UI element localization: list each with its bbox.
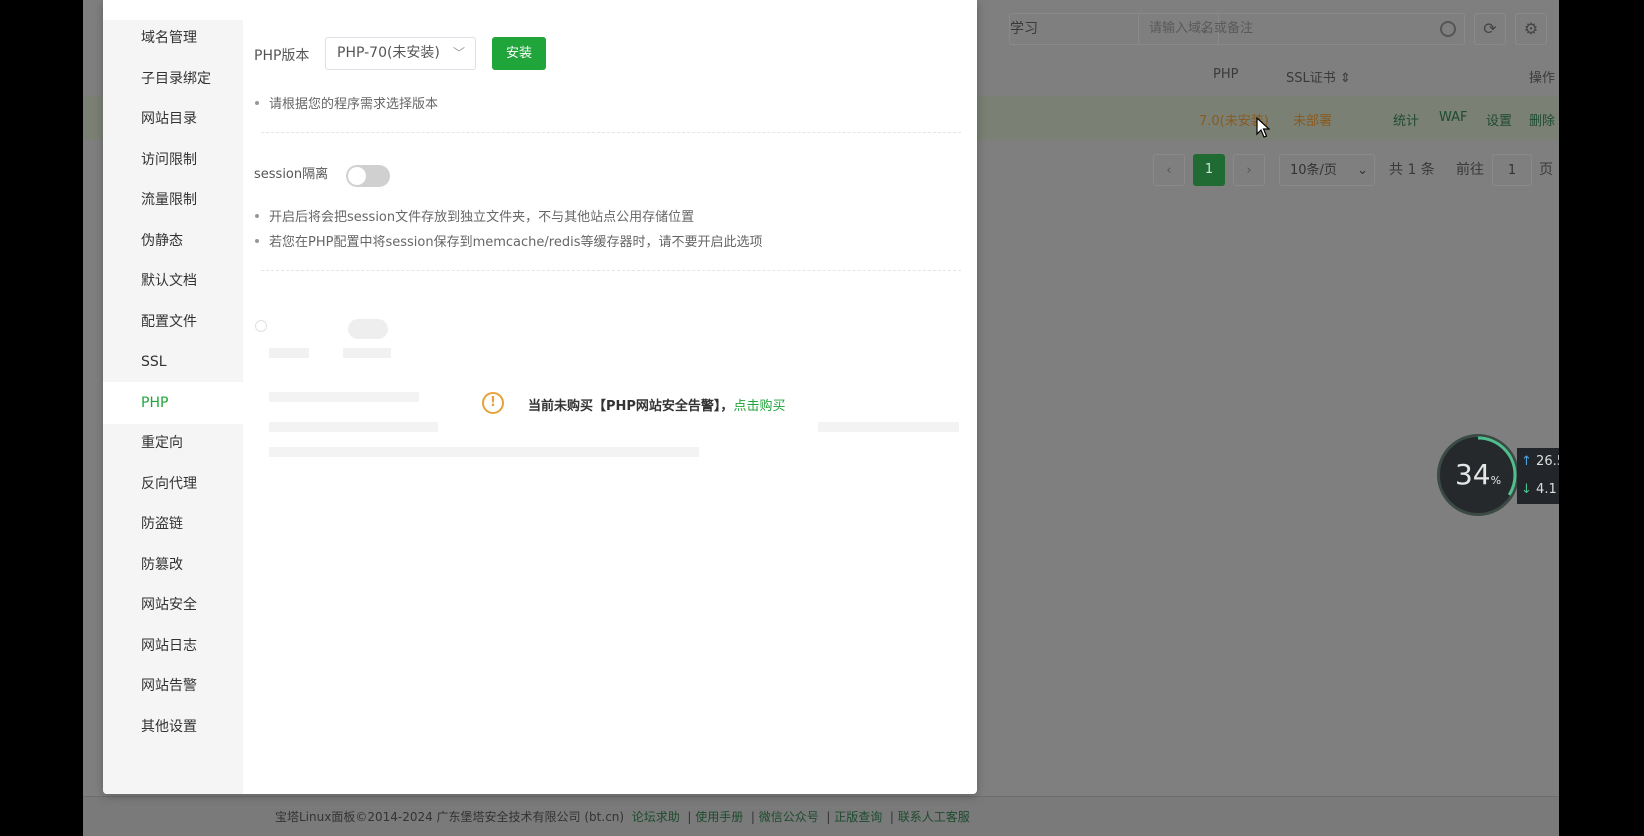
faded-tab (269, 348, 309, 358)
chevron-down-icon: ﹀ (452, 46, 465, 60)
version-tip: 请根据您的程序需求选择版本 (254, 93, 438, 112)
refresh-icon: ⟳ (1483, 19, 1497, 38)
sidebar-item[interactable]: SSL (103, 341, 243, 383)
sidebar-item[interactable]: 默认文档 (103, 260, 243, 302)
shield-icon (255, 320, 267, 332)
purchase-notice: ! 当前未购买【PHP网站安全告警】，点击购买 (438, 374, 818, 440)
stats-link[interactable]: 统计 (1393, 110, 1419, 129)
purchase-notice-text: 当前未购买【PHP网站安全告警】，点击购买 (528, 395, 785, 414)
next-page-button[interactable]: › (1233, 154, 1265, 186)
page-size-select[interactable]: 10条/页 ⌄ (1279, 154, 1375, 186)
settings-button[interactable]: ⚙ (1515, 13, 1547, 45)
download-value: 4.1 (1536, 482, 1557, 497)
php-version-label: PHP版本 (254, 48, 310, 64)
column-ssl[interactable]: SSL证书 ⇕ (1286, 67, 1351, 87)
page-size-value: 10条/页 (1290, 163, 1337, 178)
arrow-down-icon: ↓ (1521, 482, 1532, 497)
column-ops: 操作 (1529, 71, 1556, 86)
sidebar-item[interactable]: 重定向 (103, 422, 243, 464)
goto-page-input[interactable]: 1 (1492, 154, 1532, 186)
warning-icon: ! (482, 392, 504, 414)
delete-link[interactable]: 删除 (1529, 110, 1555, 129)
refresh-button[interactable]: ⟳ (1474, 13, 1506, 45)
sidebar-item[interactable]: 伪静态 (103, 220, 243, 262)
row-ssl[interactable]: 未部署 (1293, 110, 1332, 129)
gauge-value: 34% (1440, 437, 1516, 513)
sidebar-item[interactable]: 网站安全 (103, 584, 243, 626)
footer-link-support[interactable]: 联系人工客服 (898, 810, 970, 824)
php-version-value: PHP-70(未安装) (337, 45, 440, 61)
buy-link[interactable]: 点击购买 (733, 399, 785, 414)
page-unit-label: 页 (1539, 162, 1553, 178)
footer-link-wechat[interactable]: 微信公众号 (759, 810, 819, 824)
arrow-up-icon: ↑ (1521, 454, 1532, 469)
footer-link-manual[interactable]: 使用手册 (695, 810, 743, 824)
sidebar-item[interactable]: PHP (103, 381, 243, 424)
upload-value: 26.5 (1536, 454, 1559, 469)
gear-icon: ⚙ (1523, 19, 1539, 38)
sidebar-item[interactable]: 配置文件 (103, 301, 243, 343)
sidebar-item[interactable]: 子目录绑定 (103, 58, 243, 100)
session-isolation-label: session隔离 (254, 167, 329, 182)
footer: 宝塔Linux面板©2014-2024 广东堡塔安全技术有限公司 (bt.cn)… (83, 796, 1559, 836)
column-php: PHP (1213, 67, 1239, 82)
screen: 学习 ⌄ 请输入域名或备注 ⟳ ⚙ PHP SSL证书 ⇕ 操作 7.0(未安装… (83, 0, 1559, 836)
faded-tip (269, 392, 419, 402)
security-toggle (348, 319, 388, 339)
sidebar-item[interactable]: 网站目录 (103, 98, 243, 140)
sidebar-item[interactable]: 访问限制 (103, 139, 243, 181)
network-speed: ↑ 26.5 ↓ 4.1 (1517, 448, 1559, 504)
search-placeholder: 请输入域名或备注 (1149, 21, 1254, 36)
gauge-unit: % (1490, 474, 1502, 487)
search-input[interactable]: 请输入域名或备注 (1138, 13, 1465, 45)
goto-label: 前往 (1456, 162, 1484, 178)
gauge-number: 34 (1454, 458, 1491, 491)
total-count: 共 1 条 (1389, 162, 1435, 178)
upload-speed: ↑ 26.5 (1517, 448, 1559, 476)
settings-link[interactable]: 设置 (1486, 110, 1512, 129)
download-speed: ↓ 4.1 (1517, 476, 1559, 504)
sidebar-item[interactable]: 反向代理 (103, 463, 243, 505)
session-tip-1: 开启后将会把session文件存放到独立文件夹，不与其他站点公用存储位置 (254, 206, 694, 225)
faded-tip (269, 447, 699, 457)
footer-copyright: 宝塔Linux面板©2014-2024 广东堡塔安全技术有限公司 (bt.cn) (275, 810, 625, 824)
php-version-select[interactable]: PHP-70(未安装) ﹀ (325, 37, 476, 70)
site-settings-modal: 域名管理 子目录绑定 网站目录 访问限制 流量限制 伪静态 默认文档 配置文件 SSL PHP 重定… (103, 0, 977, 794)
chevron-down-icon: ⌄ (1357, 163, 1368, 178)
prev-page-button[interactable]: ‹ (1153, 154, 1185, 186)
footer-link-verify[interactable]: 正版查询 (834, 810, 882, 824)
load-gauge[interactable]: 34% (1437, 434, 1519, 516)
search-icon[interactable] (1440, 21, 1456, 37)
column-ssl-label: SSL证书 (1286, 71, 1336, 86)
sidebar-item[interactable]: 其他设置 (103, 706, 243, 748)
sidebar-item[interactable]: 防篡改 (103, 544, 243, 586)
toggle-knob (348, 167, 366, 185)
faded-tab (343, 348, 391, 358)
sidebar-item[interactable]: 网站日志 (103, 625, 243, 667)
page-1-button[interactable]: 1 (1193, 154, 1225, 186)
category-select-value: 学习 (1010, 21, 1038, 37)
php-settings-panel: PHP版本 PHP-70(未安装) ﹀ 安装 请根据您的程序需求选择版本 ses… (243, 20, 977, 794)
waf-link[interactable]: WAF (1439, 110, 1468, 125)
session-isolation-toggle[interactable] (346, 165, 390, 187)
notice-message: 当前未购买【PHP网站安全告警】， (528, 399, 734, 414)
footer-link-forum[interactable]: 论坛求助 (632, 810, 680, 824)
sidebar-item[interactable]: 防盗链 (103, 503, 243, 545)
install-button[interactable]: 安装 (492, 37, 546, 70)
settings-sidebar: 域名管理 子目录绑定 网站目录 访问限制 流量限制 伪静态 默认文档 配置文件 SSL PHP 重定… (103, 20, 243, 794)
sidebar-item[interactable]: 网站告警 (103, 665, 243, 707)
sort-icon[interactable]: ⇕ (1340, 71, 1351, 86)
divider (261, 132, 961, 133)
session-tip-2: 若您在PHP配置中将session保存到memcache/redis等缓存器时，… (254, 231, 762, 250)
mouse-cursor-icon (1256, 117, 1270, 138)
sidebar-item[interactable]: 流量限制 (103, 179, 243, 221)
divider (261, 270, 961, 271)
sidebar-item[interactable]: 域名管理 (103, 17, 243, 59)
